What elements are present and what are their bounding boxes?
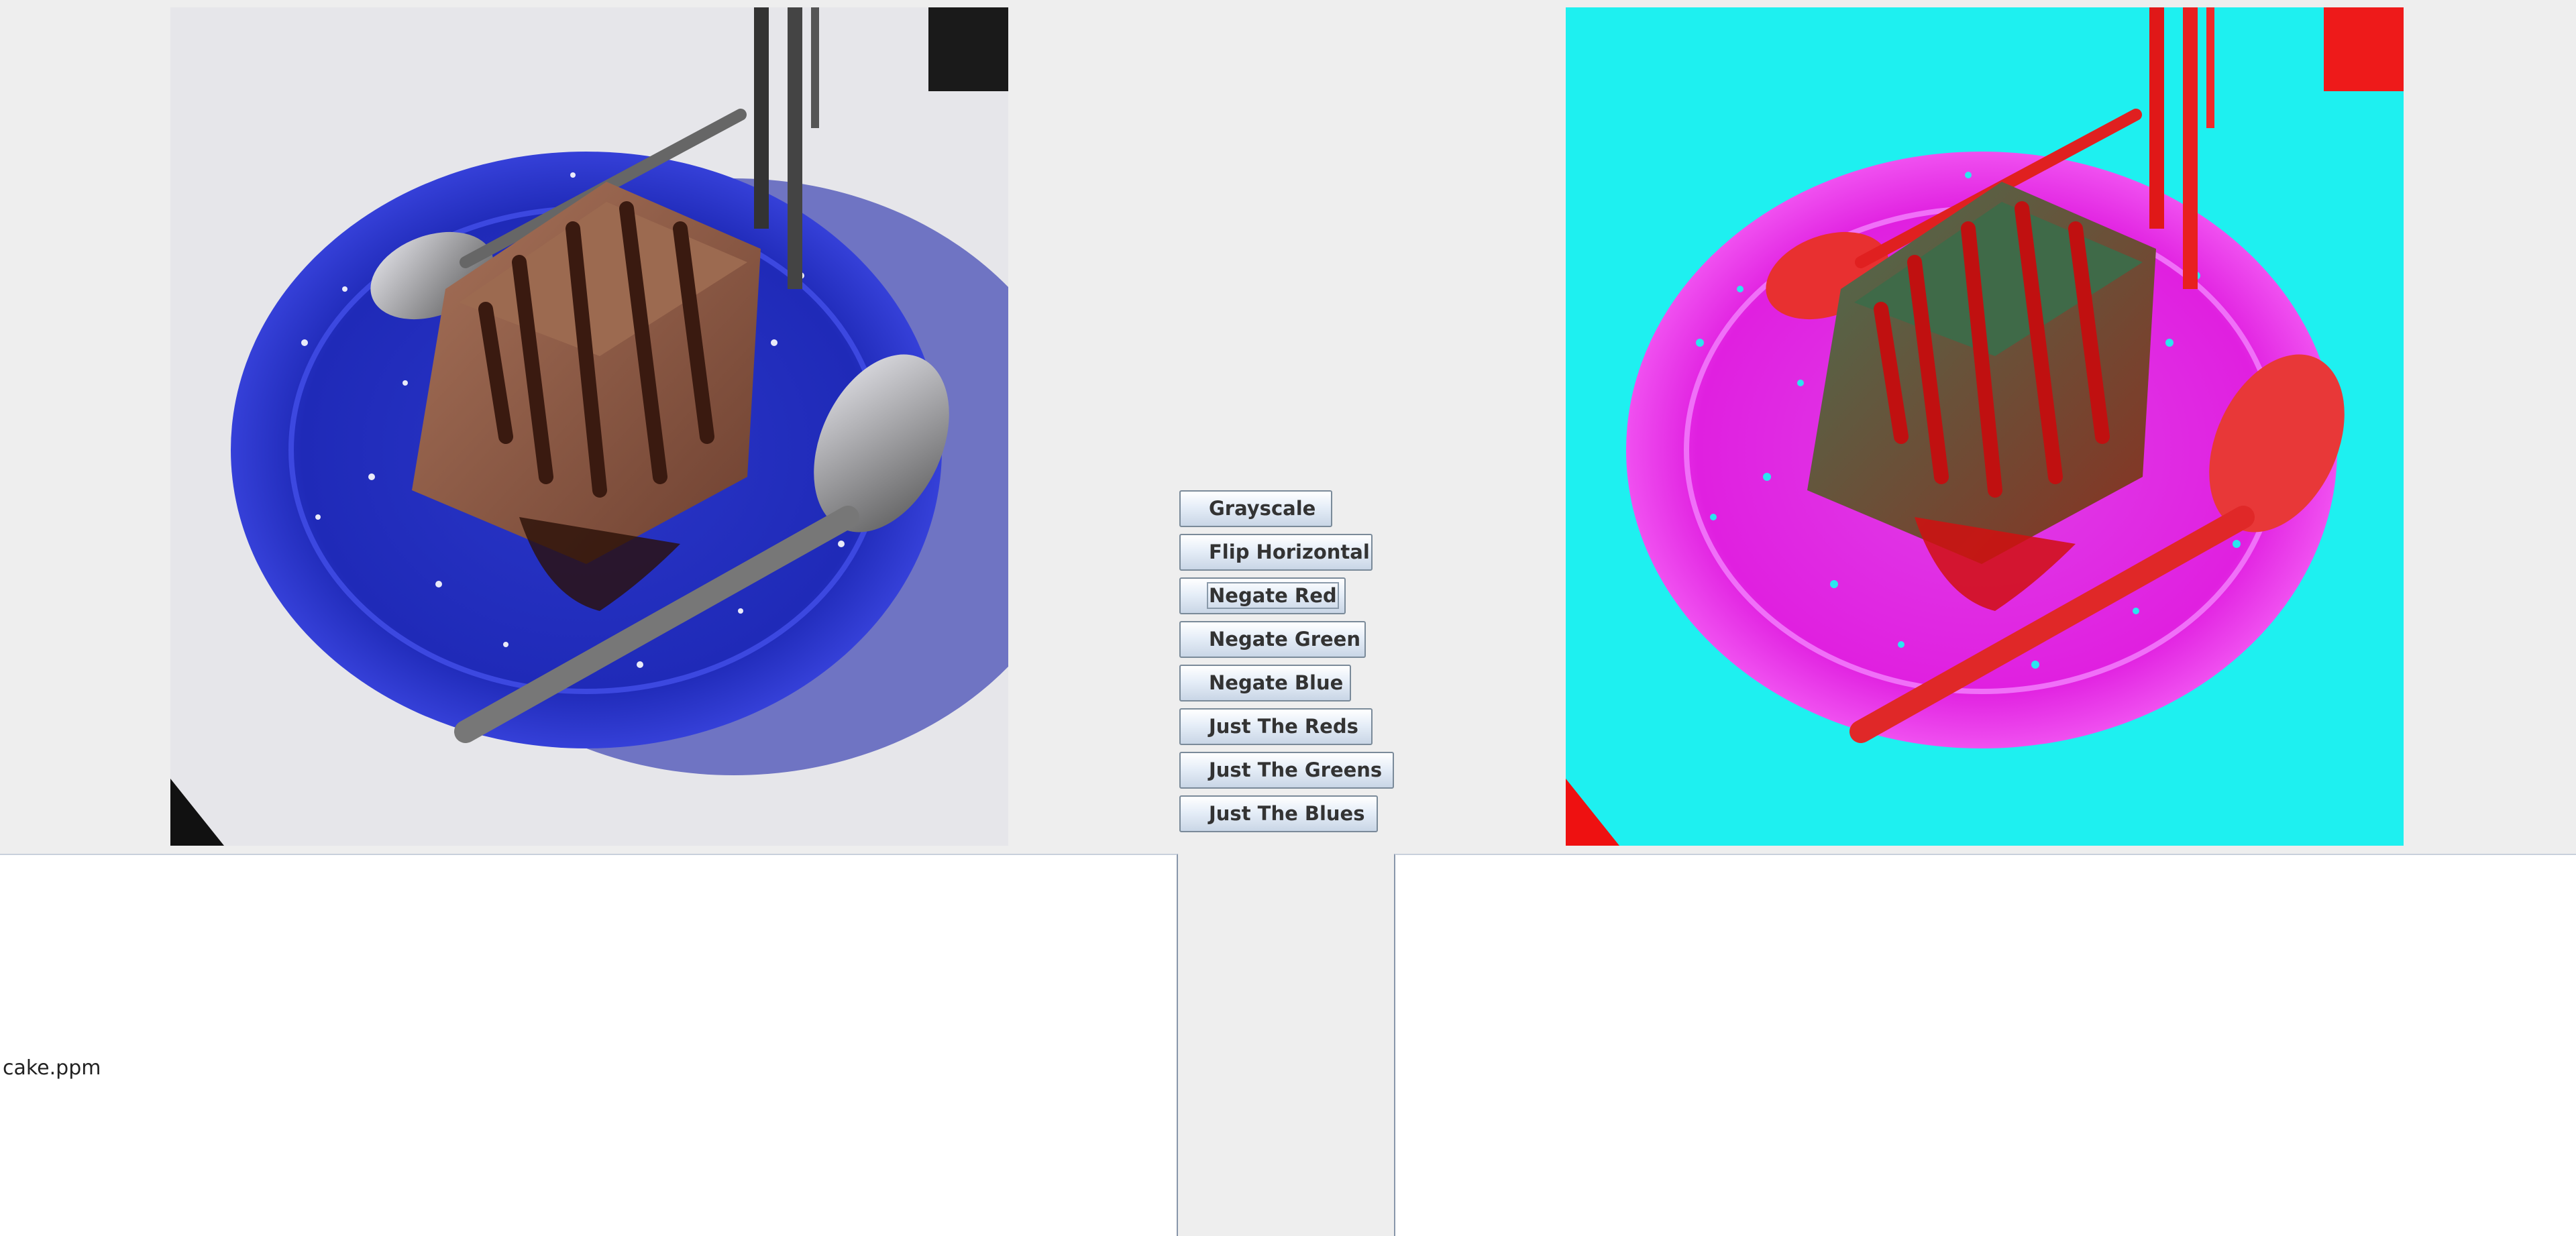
just-the-greens-button[interactable]: Just The Greens xyxy=(1179,752,1394,789)
grayscale-button[interactable]: Grayscale xyxy=(1179,490,1332,527)
negate-blue-button[interactable]: Negate Blue xyxy=(1179,665,1351,701)
right-info-panel xyxy=(1394,854,2576,1236)
negate-green-button[interactable]: Negate Green xyxy=(1179,621,1366,658)
just-the-blues-button[interactable]: Just The Blues xyxy=(1179,795,1378,832)
flip-horizontal-button[interactable]: Flip Horizontal xyxy=(1179,534,1373,571)
negate-red-button[interactable]: Negate Red xyxy=(1179,577,1346,614)
left-info-panel: cake.ppm xyxy=(0,854,1178,1236)
just-the-reds-button[interactable]: Just The Reds xyxy=(1179,708,1373,745)
original-image xyxy=(170,7,1008,846)
processed-image xyxy=(1566,7,2404,846)
filename-label: cake.ppm xyxy=(3,1056,101,1080)
